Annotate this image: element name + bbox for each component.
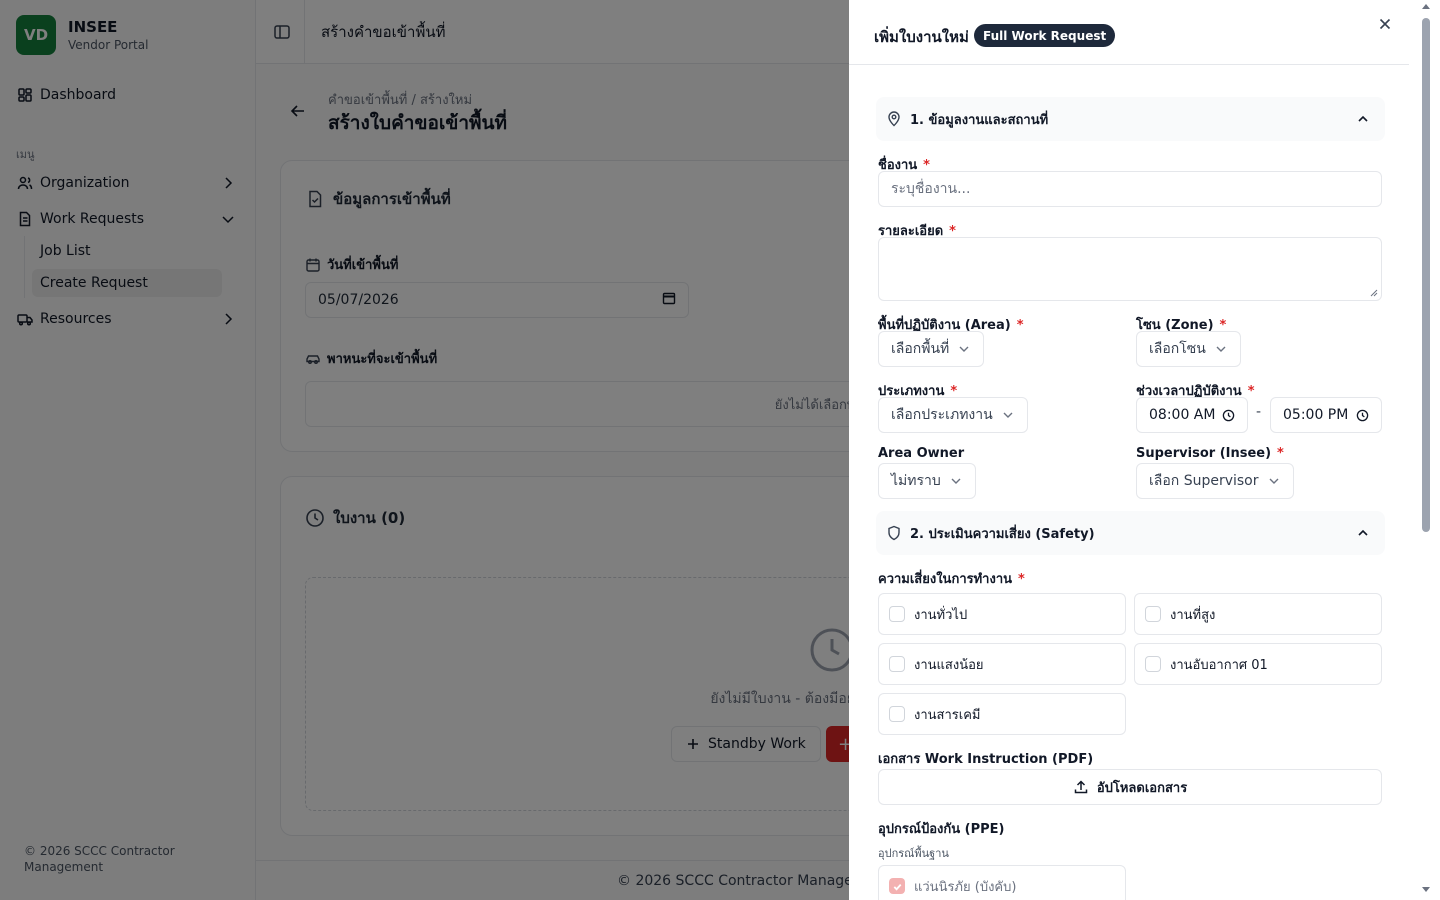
request-type-badge: Full Work Request bbox=[974, 24, 1116, 47]
checkbox[interactable] bbox=[1145, 656, 1161, 672]
risk-option-label: งานที่สูง bbox=[1170, 607, 1216, 623]
area-owner-label: Area Owner bbox=[878, 446, 965, 461]
risk-label-text: ความเสี่ยงในการทำงาน bbox=[878, 572, 1012, 587]
scroll-down-arrow-icon[interactable] bbox=[1422, 887, 1430, 892]
clock-icon[interactable] bbox=[1222, 409, 1235, 422]
job-type-select[interactable]: เลือกประเภทงาน bbox=[878, 397, 1028, 433]
chevron-down-icon bbox=[1267, 474, 1281, 488]
area-owner-select-value: ไม่ทราบ bbox=[891, 473, 941, 489]
checkbox[interactable] bbox=[889, 656, 905, 672]
required-mark: * bbox=[1018, 572, 1025, 587]
section-safety-title: 2. ประเมินความเสี่ยง (Safety) bbox=[910, 526, 1095, 542]
close-icon[interactable] bbox=[1377, 16, 1393, 32]
risk-option[interactable]: งานทั่วไป bbox=[878, 593, 1126, 635]
panel-header: เพิ่มใบงานใหม่ Full Work Request bbox=[849, 0, 1409, 65]
panel-title: เพิ่มใบงานใหม่ bbox=[874, 28, 969, 46]
upload-icon bbox=[1073, 779, 1089, 795]
risk-option-label: งานแสงน้อย bbox=[914, 657, 984, 673]
ppe-option-label: แว่นนิรภัย (บังคับ) bbox=[914, 879, 1017, 895]
area-select[interactable]: เลือกพื้นที่ bbox=[878, 331, 985, 367]
job-name-placeholder: ระบุชื่องาน... bbox=[891, 181, 971, 197]
required-mark: * bbox=[1016, 318, 1024, 333]
risk-option[interactable]: งานที่สูง bbox=[1134, 593, 1382, 635]
supervisor-label-text: Supervisor (Insee) bbox=[1136, 446, 1272, 461]
upload-document-button[interactable]: อัปโหลดเอกสาร bbox=[878, 769, 1382, 805]
time-separator: - bbox=[1256, 404, 1262, 420]
zone-select-value: เลือกโซน bbox=[1149, 341, 1206, 357]
add-job-panel: เพิ่มใบงานใหม่ Full Work Request 1. ข้อม… bbox=[849, 0, 1440, 900]
risk-option-label: งานสารเคมี bbox=[914, 707, 981, 723]
risk-option-label: งานทั่วไป bbox=[914, 607, 968, 623]
work-instruction-label: เอกสาร Work Instruction (PDF) bbox=[878, 752, 1094, 767]
chevron-up-icon bbox=[1355, 111, 1371, 127]
supervisor-label: Supervisor (Insee) * bbox=[1136, 446, 1284, 461]
risk-option[interactable]: งานอับอากาศ 01 bbox=[1134, 643, 1382, 685]
area-select-value: เลือกพื้นที่ bbox=[891, 341, 950, 357]
job-type-select-value: เลือกประเภทงาน bbox=[891, 407, 993, 423]
zone-select[interactable]: เลือกโซน bbox=[1136, 331, 1241, 367]
time-end-input[interactable]: 05:00 PM bbox=[1270, 397, 1382, 433]
ppe-option: แว่นนิรภัย (บังคับ) bbox=[878, 865, 1126, 900]
checkbox-checked bbox=[889, 878, 905, 894]
risk-label: ความเสี่ยงในการทำงาน * bbox=[878, 568, 1025, 589]
shield-icon bbox=[886, 525, 902, 541]
checkbox[interactable] bbox=[1145, 606, 1161, 622]
checkbox[interactable] bbox=[889, 606, 905, 622]
required-mark: * bbox=[1247, 384, 1255, 399]
supervisor-select[interactable]: เลือก Supervisor bbox=[1136, 463, 1294, 499]
ppe-label: อุปกรณ์ป้องกัน (PPE) bbox=[878, 822, 1005, 837]
time-start-value: 08:00 AM bbox=[1149, 407, 1216, 423]
time-end-value: 05:00 PM bbox=[1283, 407, 1349, 423]
risk-option[interactable]: งานแสงน้อย bbox=[878, 643, 1126, 685]
section-job-location[interactable]: 1. ข้อมูลงานและสถานที่ bbox=[876, 97, 1385, 141]
scroll-up-arrow-icon[interactable] bbox=[1422, 4, 1430, 9]
scrollbar-thumb[interactable] bbox=[1422, 18, 1430, 532]
panel-scrollbar[interactable] bbox=[1410, 0, 1440, 900]
chevron-up-icon bbox=[1355, 525, 1371, 541]
clock-icon[interactable] bbox=[1356, 409, 1369, 422]
section-job-location-title: 1. ข้อมูลงานและสถานที่ bbox=[910, 112, 1049, 128]
section-safety[interactable]: 2. ประเมินความเสี่ยง (Safety) bbox=[876, 511, 1385, 555]
checkbox[interactable] bbox=[889, 706, 905, 722]
chevron-down-icon bbox=[1001, 408, 1015, 422]
time-start-input[interactable]: 08:00 AM bbox=[1136, 397, 1248, 433]
detail-textarea[interactable] bbox=[878, 237, 1382, 301]
map-pin-icon bbox=[886, 111, 902, 127]
ppe-basic-label: อุปกรณ์พื้นฐาน bbox=[878, 847, 949, 860]
chevron-down-icon bbox=[1214, 342, 1228, 356]
required-mark: * bbox=[1277, 446, 1284, 461]
risk-option-label: งานอับอากาศ 01 bbox=[1170, 657, 1268, 673]
upload-document-label: อัปโหลดเอกสาร bbox=[1096, 780, 1188, 796]
resize-handle-icon[interactable] bbox=[1369, 288, 1378, 297]
job-name-input[interactable]: ระบุชื่องาน... bbox=[878, 171, 1382, 207]
risk-option[interactable]: งานสารเคมี bbox=[878, 693, 1126, 735]
chevron-down-icon bbox=[957, 342, 971, 356]
area-owner-select[interactable]: ไม่ทราบ bbox=[878, 463, 976, 499]
chevron-down-icon bbox=[949, 474, 963, 488]
supervisor-select-value: เลือก Supervisor bbox=[1149, 473, 1259, 489]
